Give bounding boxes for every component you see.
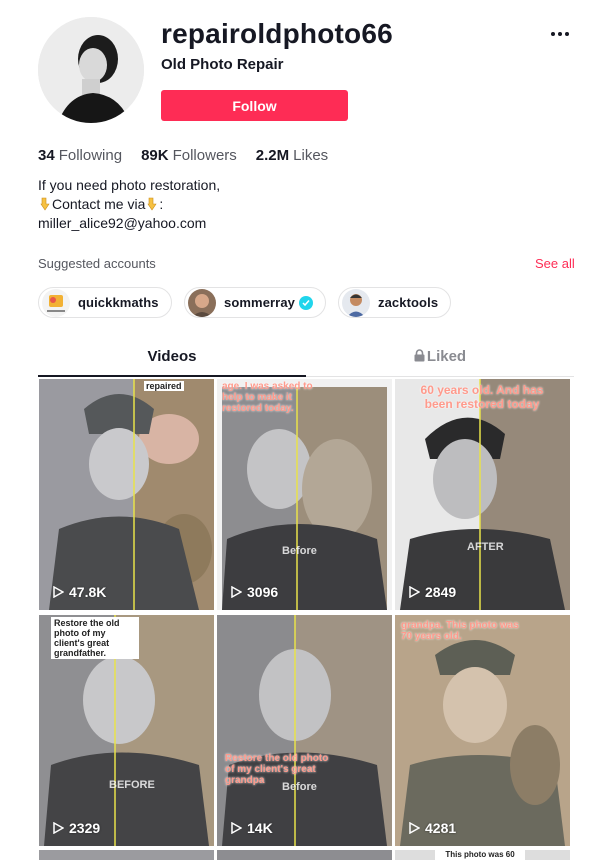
stat-value: 34 <box>38 147 55 164</box>
suggested-account-chip[interactable]: quickkmaths <box>38 287 172 318</box>
bio-contact-text: Contact me via <box>52 196 146 212</box>
view-count-text: 47.8K <box>69 584 107 600</box>
avatar <box>42 288 70 317</box>
video-tile[interactable]: Restore the old photo of my client's gre… <box>217 615 392 846</box>
video-thumbnail <box>217 615 392 846</box>
stat-value: 2.2M <box>255 147 290 164</box>
video-thumbnail <box>39 379 214 610</box>
video-tile[interactable] <box>217 850 392 860</box>
video-thumbnail <box>395 615 570 846</box>
lock-icon <box>414 349 425 362</box>
video-tile[interactable] <box>39 850 214 860</box>
more-options-icon[interactable] <box>548 24 572 44</box>
bio-colon: : <box>159 196 164 212</box>
video-caption: Restore the old photo of my client's gre… <box>51 617 139 659</box>
avatar <box>342 288 370 317</box>
suggested-account-chip[interactable]: sommerray <box>184 287 326 318</box>
video-stamp: Before <box>282 781 317 793</box>
view-count-text: 2329 <box>69 820 101 836</box>
video-caption: grandpa. This photo was 70 years old. <box>401 620 519 642</box>
video-caption: This photo was 60 years old, and has bee… <box>435 850 525 860</box>
video-stamp: AFTER <box>467 541 504 553</box>
tab-liked[interactable]: Liked <box>306 348 574 365</box>
pointing-down-emoji-icon <box>147 197 157 211</box>
bio-email: miller_alice92@yahoo.com <box>38 215 207 231</box>
view-count-text: 4281 <box>425 820 457 836</box>
profile-username: repairoldphoto66 <box>161 18 393 49</box>
profile-avatar[interactable] <box>38 17 144 123</box>
suggested-account-name: quickkmaths <box>78 295 159 310</box>
followers-count[interactable]: 89K Followers <box>141 147 237 164</box>
stat-label: Likes <box>293 147 329 164</box>
likes-count: 2.2M Likes <box>256 147 328 164</box>
verified-badge-icon <box>299 295 313 310</box>
tab-videos[interactable]: Videos <box>38 348 306 365</box>
profile-bio: If you need photo restoration, Contact m… <box>38 176 220 233</box>
stat-label: Followers <box>172 147 237 164</box>
stat-value: 89K <box>141 147 169 164</box>
video-tile[interactable]: repaired 47.8K <box>39 379 214 610</box>
play-icon <box>409 586 420 598</box>
suggested-account-name: zacktools <box>378 295 439 310</box>
view-count-text: 14K <box>247 820 273 836</box>
video-view-count: 2329 <box>53 820 100 836</box>
play-icon <box>53 586 64 598</box>
following-count[interactable]: 34 Following <box>38 147 122 164</box>
profile-stats: 34 Following 89K Followers 2.2M Likes <box>38 147 347 164</box>
video-caption: 60 years old. And has been restored toda… <box>420 383 544 411</box>
suggested-accounts-title: Suggested accounts <box>38 256 156 271</box>
play-icon <box>231 586 242 598</box>
bio-line: If you need photo restoration, <box>38 177 221 193</box>
play-icon <box>409 822 420 834</box>
video-view-count: 14K <box>231 820 273 836</box>
video-stamp: Before <box>282 545 317 557</box>
view-count-text: 3096 <box>247 584 279 600</box>
pointing-down-emoji-icon <box>40 197 50 211</box>
profile-nickname: Old Photo Repair <box>161 56 284 73</box>
video-stamp: BEFORE <box>109 779 155 791</box>
video-view-count: 3096 <box>231 584 278 600</box>
video-tile[interactable]: This photo was 60 years old, and has bee… <box>395 850 570 860</box>
video-caption: Restore the old photo of my client's gre… <box>225 753 329 786</box>
video-view-count: 4281 <box>409 820 456 836</box>
suggested-account-name: sommerray <box>224 295 295 310</box>
play-icon <box>53 822 64 834</box>
view-count-text: 2849 <box>425 584 457 600</box>
avatar <box>188 288 216 317</box>
video-caption: repaired <box>144 381 184 391</box>
video-tile[interactable]: Restore the old photo of my client's gre… <box>39 615 214 846</box>
active-tab-indicator <box>38 375 306 377</box>
see-all-link[interactable]: See all <box>535 256 575 271</box>
play-icon <box>231 822 242 834</box>
video-view-count: 47.8K <box>53 584 106 600</box>
bio-line: Contact me via: <box>38 195 220 214</box>
tab-liked-label: Liked <box>426 348 467 365</box>
stat-label: Following <box>58 147 123 164</box>
video-view-count: 2849 <box>409 584 456 600</box>
video-tile[interactable]: age. I was asked to help to make it rest… <box>217 379 392 610</box>
video-thumbnail <box>395 379 570 610</box>
follow-button[interactable]: Follow <box>161 90 348 121</box>
suggested-account-chip[interactable]: zacktools <box>338 287 452 318</box>
video-tile[interactable]: 60 years old. And has been restored toda… <box>395 379 570 610</box>
video-caption: age. I was asked to help to make it rest… <box>222 381 313 414</box>
video-tile[interactable]: grandpa. This photo was 70 years old. 42… <box>395 615 570 846</box>
